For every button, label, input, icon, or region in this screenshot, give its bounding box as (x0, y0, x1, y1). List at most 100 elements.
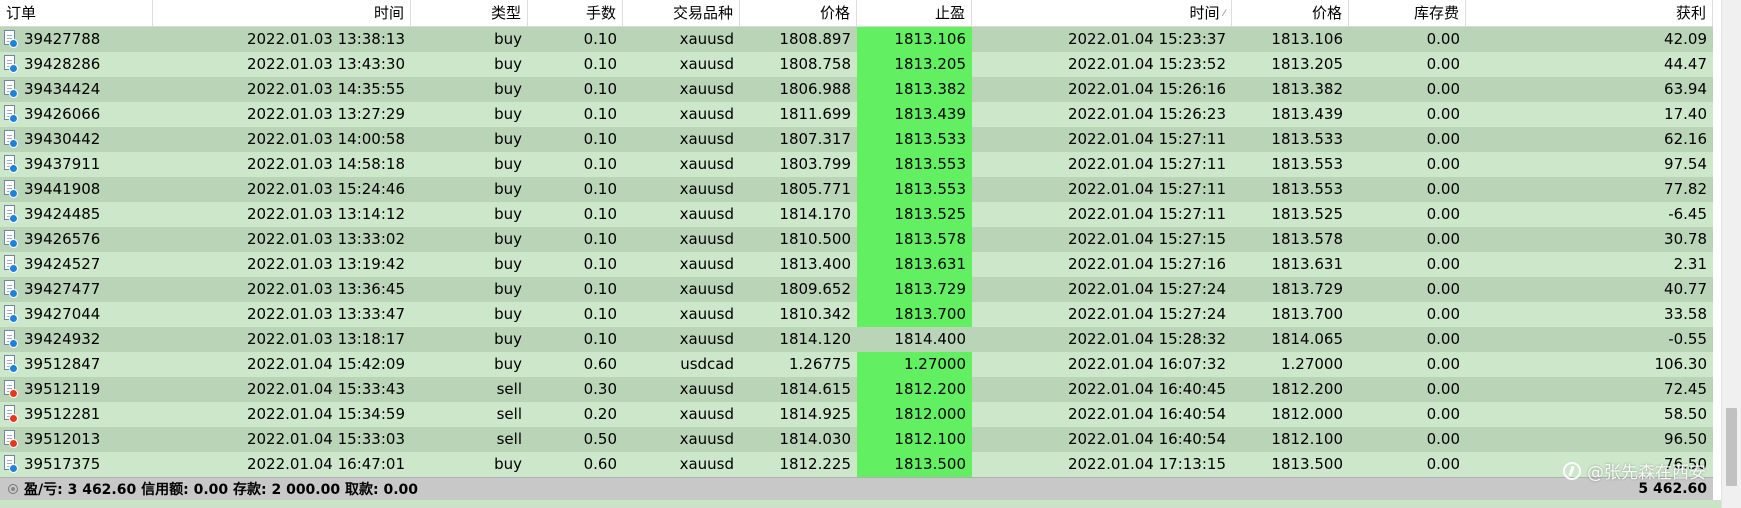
header-lots[interactable]: 手数 (528, 0, 623, 26)
cell-close-price: 1812.200 (1271, 380, 1343, 398)
table-header: 订单 时间 类型 手数 交易品种 价格 止盈 时间 ⁄ 价格 库存费 获利 (0, 0, 1713, 27)
cell-open-time: 2022.01.03 13:19:42 (246, 255, 405, 273)
cell-open-time: 2022.01.03 13:33:47 (246, 305, 405, 323)
cell-type: sell (496, 380, 522, 398)
order-number: 39426576 (24, 230, 101, 248)
header-profit[interactable]: 获利 (1466, 0, 1713, 26)
cell-profit: 42.09 (1664, 30, 1707, 48)
table-row[interactable]: 39441908 2022.01.03 15:24:46 buy 0.10 xauusd… (0, 177, 1713, 202)
cell-take-profit: 1813.439 (857, 102, 972, 127)
cell-swap: 0.00 (1426, 130, 1460, 148)
header-open-price[interactable]: 价格 (740, 0, 857, 26)
cell-take-profit: 1814.400 (894, 330, 966, 348)
cell-open-time: 2022.01.03 15:24:46 (246, 180, 405, 198)
table-row[interactable]: 39428286 2022.01.03 13:43:30 buy 0.10 xauusd… (0, 52, 1713, 77)
cell-open-time: 2022.01.04 15:34:59 (246, 405, 405, 423)
header-close-time[interactable]: 时间 ⁄ (972, 0, 1232, 26)
cell-close-price: 1814.065 (1271, 330, 1343, 348)
cell-lots: 0.10 (583, 180, 617, 198)
cell-symbol: xauusd (679, 255, 734, 273)
table-row[interactable]: 39427788 2022.01.03 13:38:13 buy 0.10 xauusd… (0, 27, 1713, 52)
trade-history-window: 订单 时间 类型 手数 交易品种 价格 止盈 时间 ⁄ 价格 库存费 获利 394… (0, 0, 1741, 508)
header-symbol-label: 交易品种 (672, 4, 733, 22)
cell-open-time: 2022.01.03 14:00:58 (246, 130, 405, 148)
cell-order: 39424527 (0, 252, 153, 277)
cell-lots: 0.10 (583, 80, 617, 98)
table-row[interactable]: 39512013 2022.01.04 15:33:03 sell 0.50 xauus… (0, 427, 1713, 452)
order-document-buy-icon (3, 180, 18, 199)
cell-symbol: xauusd (679, 330, 734, 348)
cell-swap: 0.00 (1426, 155, 1460, 173)
cell-type: buy (494, 130, 522, 148)
cell-symbol: xauusd (679, 430, 734, 448)
table-row[interactable]: 39437911 2022.01.03 14:58:18 buy 0.10 xauusd… (0, 152, 1713, 177)
order-document-buy-icon (3, 230, 18, 249)
header-swap[interactable]: 库存费 (1349, 0, 1466, 26)
cell-close-price: 1813.700 (1271, 305, 1343, 323)
vertical-scrollbar[interactable] (1721, 0, 1741, 508)
cell-open-price: 1807.317 (779, 130, 851, 148)
header-symbol[interactable]: 交易品种 (623, 0, 740, 26)
cell-open-time: 2022.01.03 14:58:18 (246, 155, 405, 173)
cell-lots: 0.10 (583, 255, 617, 273)
order-document-buy-icon (3, 255, 18, 274)
order-document-buy-icon (3, 155, 18, 174)
header-close-price[interactable]: 价格 (1232, 0, 1349, 26)
header-open-time-label: 时间 (373, 4, 404, 22)
cell-lots: 0.60 (583, 455, 617, 473)
cell-profit: 40.77 (1664, 280, 1707, 298)
order-document-buy-icon (3, 205, 18, 224)
header-open-time[interactable]: 时间 (153, 0, 411, 26)
cell-open-time: 2022.01.04 15:33:43 (246, 380, 405, 398)
cell-profit: -6.45 (1668, 205, 1707, 223)
cell-close-price: 1813.106 (1271, 30, 1343, 48)
cell-close-time: 2022.01.04 15:27:11 (1067, 130, 1226, 148)
table-row[interactable]: 39424932 2022.01.03 13:18:17 buy 0.10 xauusd… (0, 327, 1713, 352)
cell-open-price: 1806.988 (779, 80, 851, 98)
cell-open-price: 1814.170 (779, 205, 851, 223)
table-row[interactable]: 39427044 2022.01.03 13:33:47 buy 0.10 xauusd… (0, 302, 1713, 327)
cell-open-price: 1813.400 (779, 255, 851, 273)
header-swap-label: 库存费 (1413, 4, 1459, 22)
order-number: 39424485 (24, 205, 101, 223)
cell-take-profit: 1813.553 (857, 152, 972, 177)
table-row[interactable]: 39512847 2022.01.04 15:42:09 buy 0.60 usdcad… (0, 352, 1713, 377)
header-type[interactable]: 类型 (411, 0, 528, 26)
cell-take-profit: 1813.382 (857, 77, 972, 102)
table-row[interactable]: 39424527 2022.01.03 13:19:42 buy 0.10 xauusd… (0, 252, 1713, 277)
order-number: 39434424 (24, 80, 101, 98)
table-row[interactable]: 39426066 2022.01.03 13:27:29 buy 0.10 xauusd… (0, 102, 1713, 127)
scrollbar-thumb[interactable] (1726, 408, 1737, 486)
cell-take-profit: 1813.533 (857, 127, 972, 152)
cell-order: 39517375 (0, 452, 153, 477)
cell-take-profit: 1812.000 (857, 402, 972, 427)
cell-close-price: 1813.500 (1271, 455, 1343, 473)
table-row[interactable]: 39430442 2022.01.03 14:00:58 buy 0.10 xauusd… (0, 127, 1713, 152)
cell-open-price: 1808.897 (779, 30, 851, 48)
header-profit-label: 获利 (1675, 4, 1706, 22)
header-order[interactable]: 订单 (0, 0, 153, 26)
header-take-profit-label: 止盈 (934, 4, 965, 22)
cell-symbol: xauusd (679, 55, 734, 73)
order-document-sell-icon (3, 405, 18, 424)
cell-profit: 96.50 (1664, 430, 1707, 448)
cell-profit: 44.47 (1664, 55, 1707, 73)
order-document-buy-icon (3, 330, 18, 349)
table-row[interactable]: 39512281 2022.01.04 15:34:59 sell 0.20 xauus… (0, 402, 1713, 427)
cell-order: 39434424 (0, 77, 153, 102)
order-number: 39427044 (24, 305, 101, 323)
cell-type: buy (494, 455, 522, 473)
table-row[interactable]: 39517375 2022.01.04 16:47:01 buy 0.60 xauusd… (0, 452, 1713, 477)
table-row[interactable]: 39426576 2022.01.03 13:33:02 buy 0.10 xauusd… (0, 227, 1713, 252)
table-row[interactable]: 39512119 2022.01.04 15:33:43 sell 0.30 xauus… (0, 377, 1713, 402)
cell-lots: 0.20 (583, 405, 617, 423)
table-row[interactable]: 39424485 2022.01.03 13:14:12 buy 0.10 xauusd… (0, 202, 1713, 227)
table-row[interactable]: 39434424 2022.01.03 14:35:55 buy 0.10 xauusd… (0, 77, 1713, 102)
table-row[interactable]: 39427477 2022.01.03 13:36:45 buy 0.10 xauusd… (0, 277, 1713, 302)
cell-close-time: 2022.01.04 17:13:15 (1067, 455, 1226, 473)
cell-open-price: 1810.342 (779, 305, 851, 323)
header-take-profit[interactable]: 止盈 (857, 0, 972, 26)
cell-lots: 0.10 (583, 230, 617, 248)
cell-close-time: 2022.01.04 15:27:24 (1067, 305, 1226, 323)
cell-lots: 0.10 (583, 205, 617, 223)
